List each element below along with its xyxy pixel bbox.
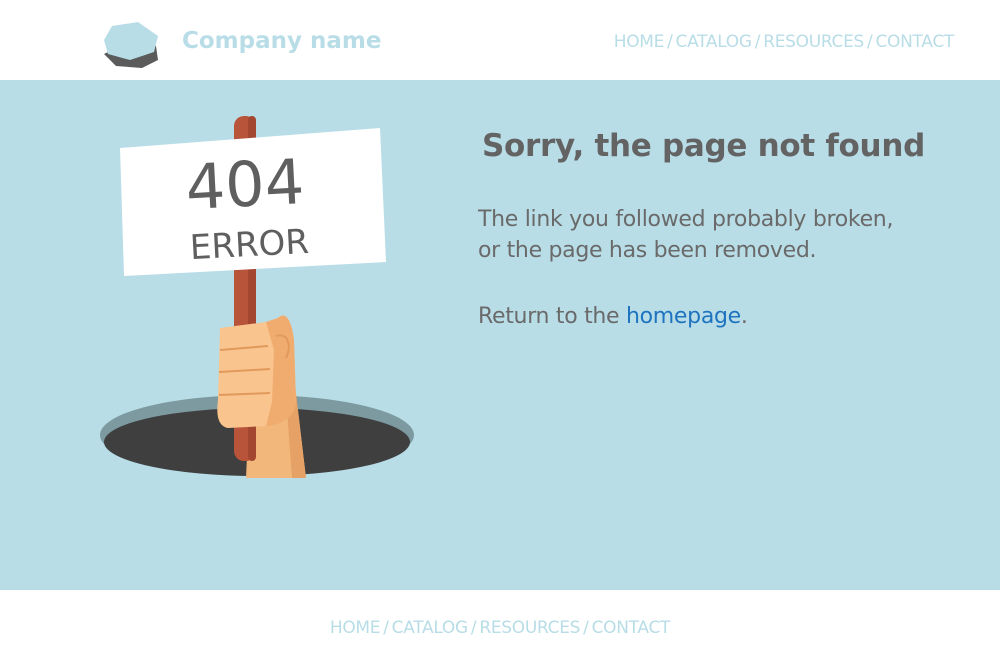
error-message-block: Sorry, the page not found The link you f…: [478, 128, 978, 329]
hand-icon: [217, 315, 296, 428]
site-header: Company name HOME / CATALOG / RESOURCES / CONT…: [0, 0, 1000, 80]
footer-nav-separator: /: [583, 618, 589, 638]
description-line-1: The link you followed probably broken,: [478, 207, 894, 232]
sign-text-error: ERROR: [189, 222, 310, 268]
description-line-2: or the page has been removed.: [478, 238, 817, 263]
error-description: The link you followed probably broken, o…: [478, 204, 978, 266]
footer-nav: HOME / CATALOG / RESOURCES / CONTACT: [0, 618, 1000, 638]
footer-nav-separator: /: [383, 618, 389, 638]
nav-separator: /: [754, 32, 761, 52]
nav-separator: /: [667, 32, 673, 52]
main-content: 404 ERROR Sorry, the page not found The …: [0, 80, 1000, 590]
nav-separator: /: [867, 32, 873, 52]
sign-text-404: 404: [184, 145, 306, 224]
nav-home[interactable]: HOME: [614, 32, 665, 52]
hexagon-logo-icon[interactable]: [100, 20, 160, 70]
return-suffix: .: [740, 304, 748, 329]
error-sign-board: 404 ERROR: [120, 128, 386, 276]
return-prefix: Return to the: [478, 304, 626, 329]
footer-nav-resources[interactable]: RESOURCES: [479, 618, 580, 638]
footer-nav-contact[interactable]: CONTACT: [592, 618, 671, 638]
site-footer: HOME / CATALOG / RESOURCES / CONTACT: [0, 590, 1000, 667]
footer-nav-catalog[interactable]: CATALOG: [392, 618, 469, 638]
nav-contact[interactable]: CONTACT: [875, 32, 954, 52]
nav-resources[interactable]: RESOURCES: [763, 32, 864, 52]
page-title: Sorry, the page not found: [482, 128, 925, 164]
return-line: Return to the homepage.: [478, 304, 978, 329]
header-nav: HOME / CATALOG / RESOURCES / CONTACT: [614, 32, 955, 52]
nav-catalog[interactable]: CATALOG: [676, 32, 753, 52]
footer-nav-home[interactable]: HOME: [330, 618, 381, 638]
footer-nav-separator: /: [470, 618, 477, 638]
homepage-link[interactable]: homepage: [626, 304, 741, 329]
hand-holding-sign-illustration: 404 ERROR: [100, 116, 414, 478]
company-name[interactable]: Company name: [182, 28, 381, 54]
